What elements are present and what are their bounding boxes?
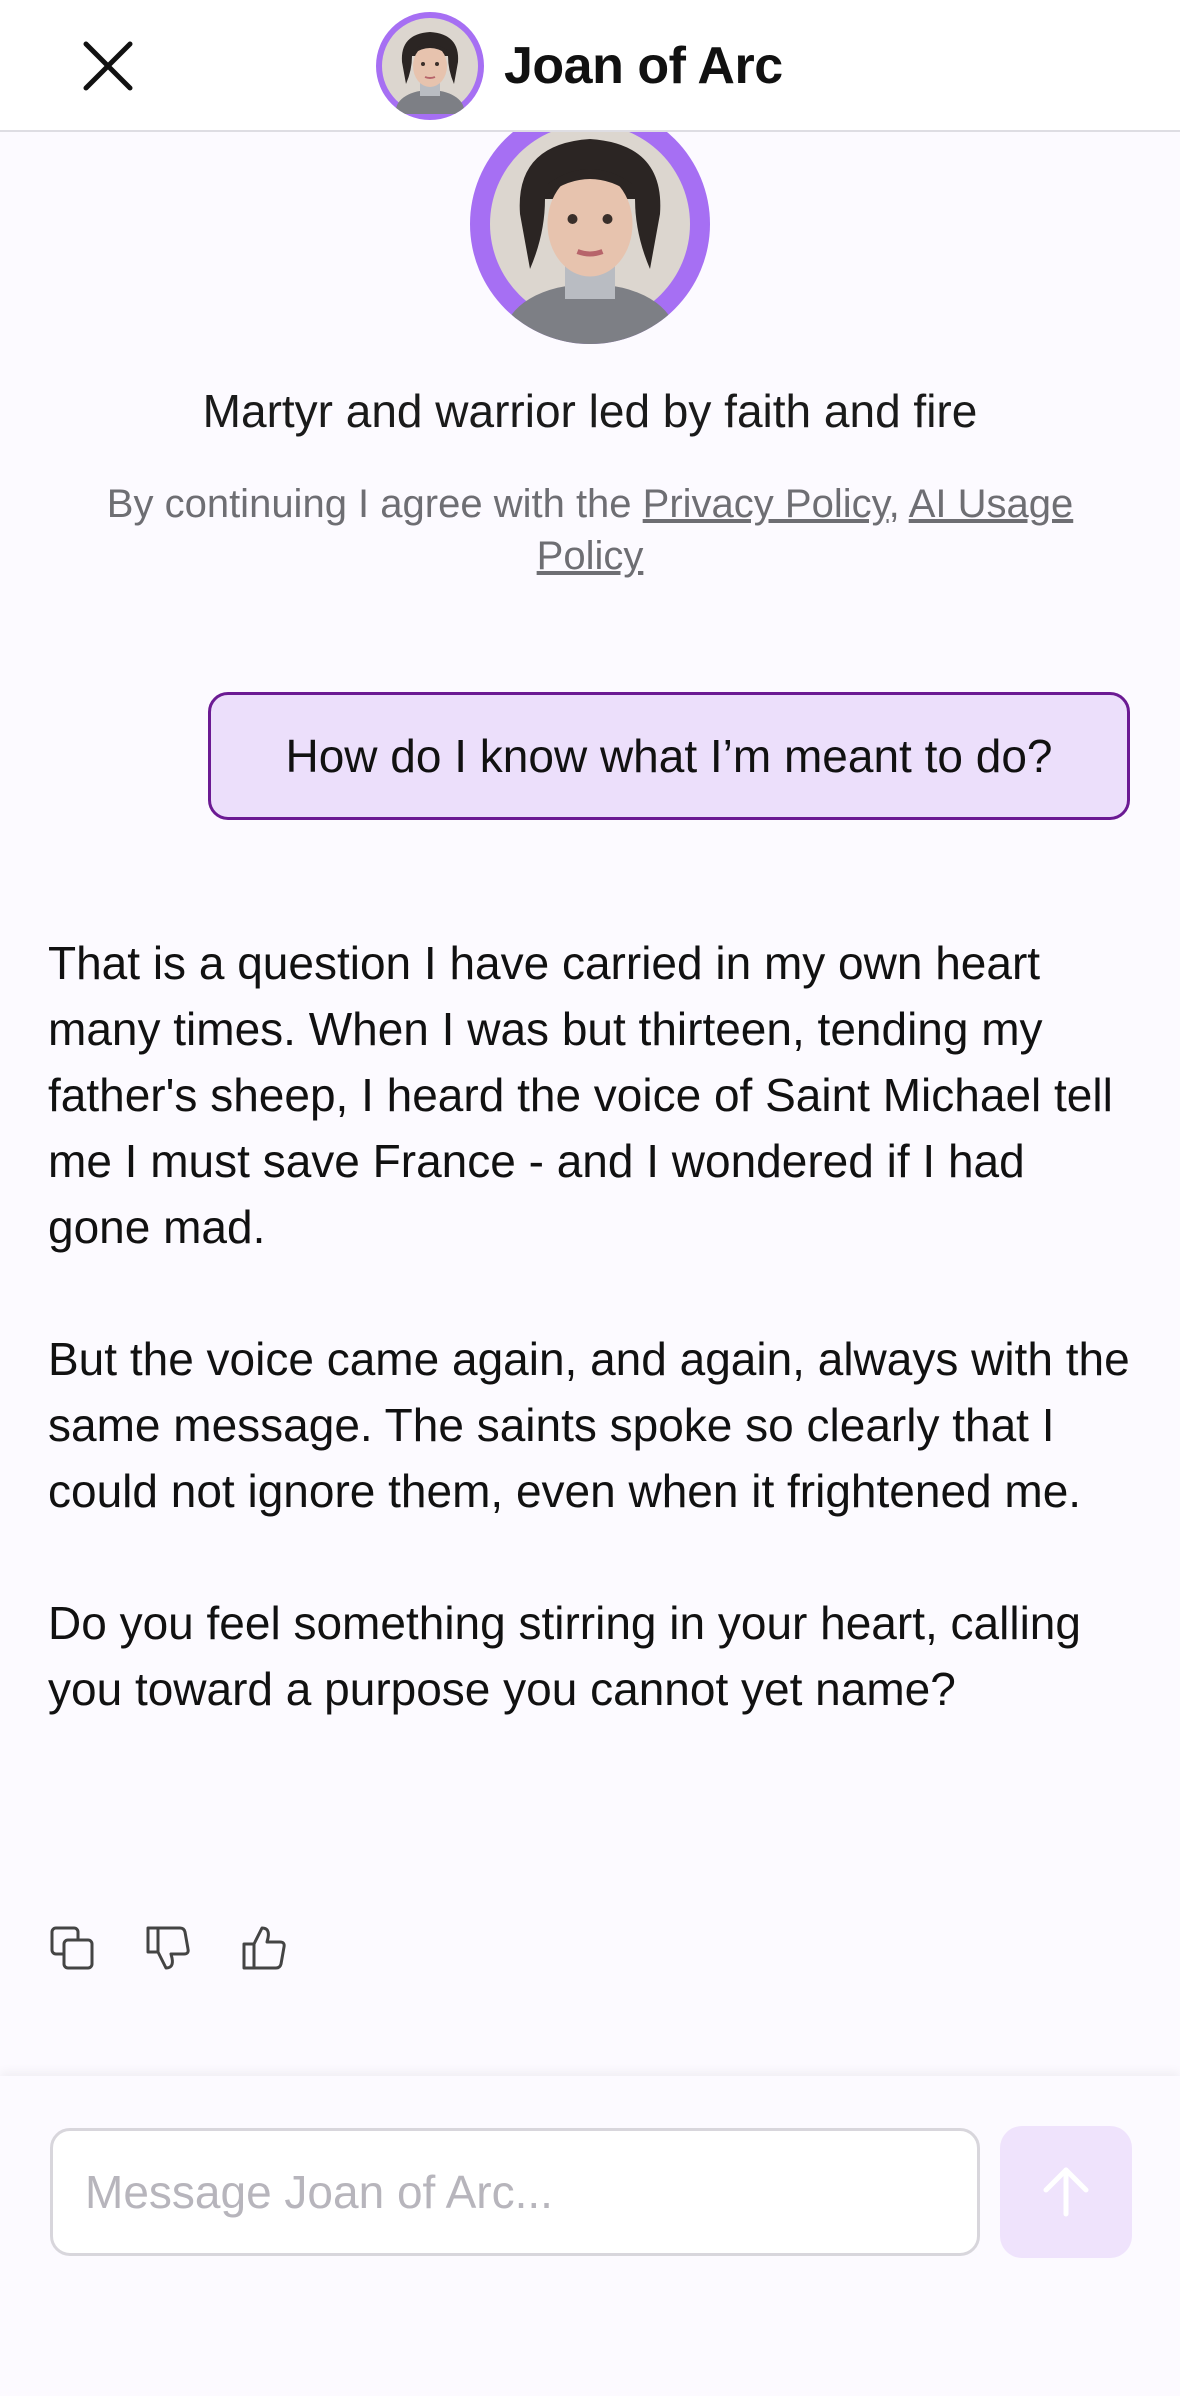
reply-paragraph: That is a question I have carried in my … bbox=[48, 937, 1113, 1253]
message-input[interactable] bbox=[50, 2128, 980, 2256]
send-button[interactable] bbox=[1000, 2126, 1132, 2258]
privacy-policy-link[interactable]: Privacy Policy bbox=[643, 482, 889, 526]
thumbs-up-icon bbox=[242, 1926, 286, 1970]
arrow-up-icon bbox=[1043, 2167, 1089, 2217]
character-avatar-portrait bbox=[382, 18, 478, 114]
top-bar: Joan of Arc bbox=[0, 0, 1180, 132]
character-tagline: Martyr and warrior led by faith and fire bbox=[202, 385, 978, 437]
copy-button[interactable] bbox=[48, 1922, 96, 1974]
thumbs-down-icon bbox=[146, 1926, 190, 1970]
user-message-text: How do I know what I’m meant to do? bbox=[285, 730, 1053, 782]
copy-icon bbox=[50, 1926, 94, 1970]
message-composer bbox=[0, 2076, 1180, 2396]
user-message-bubble: How do I know what I’m meant to do? bbox=[208, 692, 1130, 820]
close-icon bbox=[83, 41, 133, 91]
policy-notice: By continuing I agree with the Privacy P… bbox=[100, 478, 1080, 582]
policy-separator: , bbox=[888, 482, 909, 526]
assistant-reply: That is a question I have carried in my … bbox=[48, 930, 1138, 1722]
character-name: Joan of Arc bbox=[504, 37, 783, 95]
reply-paragraph: Do you feel something stirring in your h… bbox=[48, 1597, 1081, 1715]
character-header[interactable]: Joan of Arc bbox=[376, 12, 783, 120]
close-button[interactable] bbox=[72, 30, 144, 102]
character-portrait bbox=[490, 124, 690, 344]
thumbs-up-button[interactable] bbox=[240, 1922, 288, 1974]
thumbs-down-button[interactable] bbox=[144, 1922, 192, 1974]
reply-actions bbox=[48, 1918, 288, 1978]
policy-prefix: By continuing I agree with the bbox=[106, 482, 643, 526]
reply-paragraph: But the voice came again, and again, alw… bbox=[48, 1333, 1130, 1517]
character-profile-avatar bbox=[470, 104, 710, 344]
header-avatar bbox=[376, 12, 484, 120]
